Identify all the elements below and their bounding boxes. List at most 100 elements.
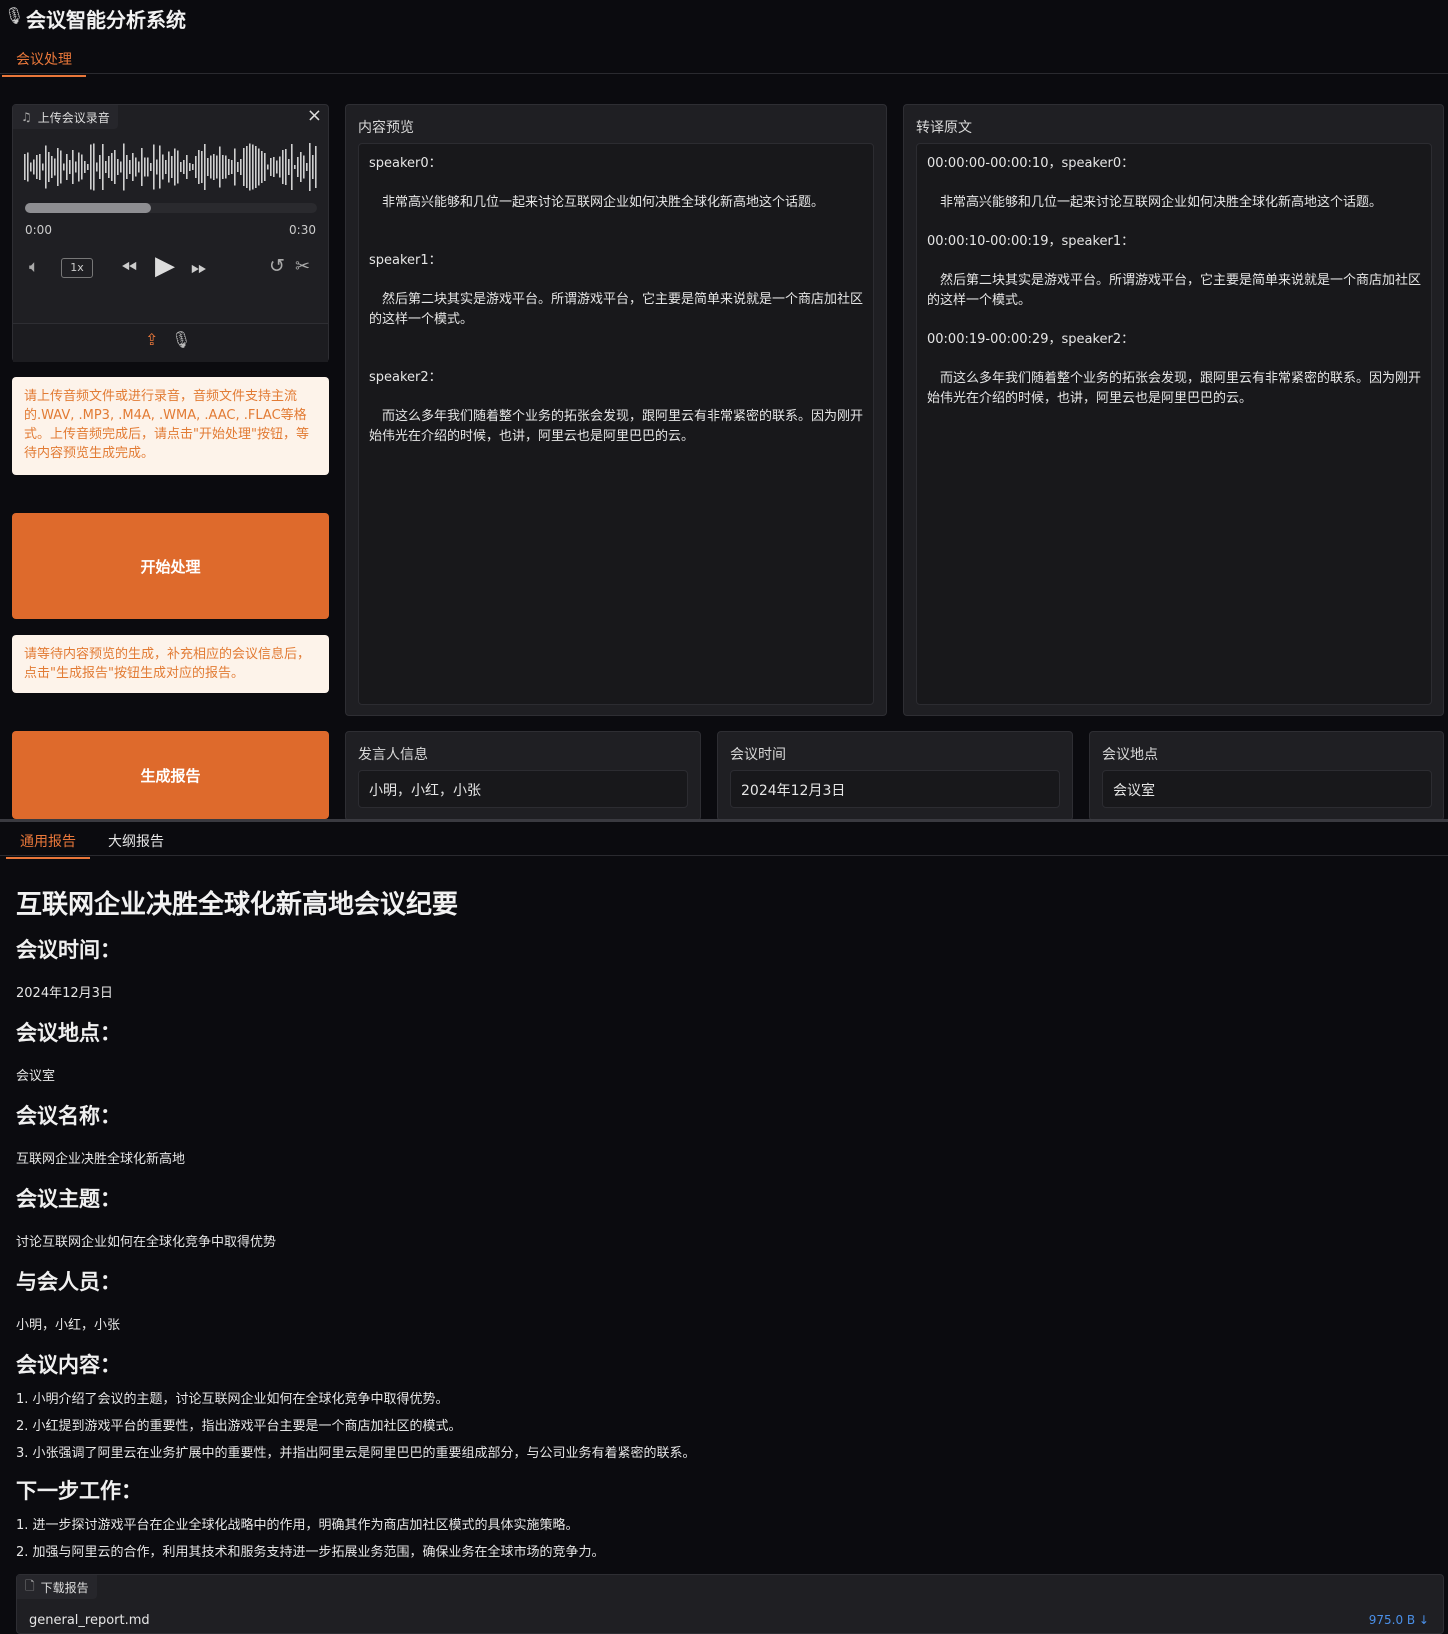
audio-label-text: 上传会议录音 [37,110,110,125]
waveform-bar [285,149,287,185]
waveform-bar [294,165,296,169]
preview-label: 内容预览 [358,120,414,136]
waveform-bar [105,161,107,173]
preview-textbox[interactable]: speaker0： 非常高兴能够和几位一起来讨论互联网企业如何决胜全球化新高地这… [358,143,874,705]
report-time-value: 2024年12月3日 [16,986,113,1001]
waveform-bar [75,161,77,173]
tab-meeting-processing[interactable]: 会议处理 [2,49,86,77]
scissors-icon[interactable]: ✂︎ [295,256,310,277]
download-label: 🗋 下载报告 [17,1575,97,1599]
transcript-text-0: 非常高兴能够和几位一起来讨论互联网企业如何决胜全球化新高地这个话题。 [927,195,1383,210]
upload-icon[interactable]: ⇪ [145,330,158,349]
report-content-item: 1. 小明介绍了会议的主题，讨论互联网企业如何在全球化竞争中取得优势。 [16,1392,449,1407]
report-attendees-heading: 与会人员： [16,1270,121,1294]
waveform-bar [249,143,251,191]
fast-forward-icon[interactable]: ⏩︎ [191,255,207,279]
waveform-bar [192,164,194,170]
waveform-bar [69,160,71,174]
waveform-bar [186,155,188,179]
waveform-bar [309,143,311,191]
preview-text-0: 非常高兴能够和几位一起来讨论互联网企业如何决胜全球化新高地这个话题。 [369,195,825,210]
waveform-bar [30,162,32,172]
waveform-bar [171,156,173,178]
waveform-bar [111,153,113,181]
report-name-value: 互联网企业决胜全球化新高地 [16,1152,186,1167]
speakers-input[interactable]: 小明，小红，小张 [358,770,688,808]
tab-outline-report[interactable]: 大纲报告 [108,831,164,851]
tab-general-report[interactable]: 通用报告 [6,831,90,859]
audio-source-bar: ⇪ 🎙︎ [13,323,328,362]
waveform-bar [51,156,53,178]
report-next-item: 2. 加强与阿里云的合作，利用其技术和服务支持进一步拓展业务范围，确保业务在全球… [16,1545,605,1560]
waveform-bar [84,161,86,173]
waveform-bar [144,157,146,177]
meeting-time-input[interactable]: 2024年12月3日 [730,770,1060,808]
waveform-bar [240,159,242,175]
audio-upload-panel: ♫ 上传会议录音 × 0:00 0:30 🔈︎ 1x ⏪︎ ▶︎ ⏩︎ ↺ ✂︎… [12,104,329,362]
music-note-icon: ♫ [21,110,32,124]
waveform-bar [153,144,155,190]
waveform-bar [288,159,290,175]
waveform-bar [45,145,47,189]
waveform-bar [195,156,197,178]
content-preview-panel: 内容预览 speaker0： 非常高兴能够和几位一起来讨论互联网企业如何决胜全球… [345,104,887,716]
audio-label: ♫ 上传会议录音 [13,105,118,129]
close-icon[interactable]: × [307,105,322,126]
waveform-bar [246,146,248,188]
transcript-textbox[interactable]: 00:00:00-00:00:10，speaker0： 非常高兴能够和几位一起来… [916,143,1432,705]
waveform-bar [141,148,143,186]
waveform-bar [225,155,227,179]
time-start: 0:00 [25,223,52,237]
report-topic-value: 讨论互联网企业如何在全球化竞争中取得优势 [16,1235,277,1250]
preview-text-2: 而这么多年我们随着整个业务的拓张会发现，跟阿里云有非常紧密的联系。因为刚开始伟光… [369,409,864,444]
reset-icon[interactable]: ↺ [269,255,285,277]
waveform-bar [108,156,110,178]
waveform-bar [162,154,164,180]
waveform-bar [300,152,302,182]
waveform-bar [255,146,257,188]
waveform-bar [27,152,29,182]
report-location-value: 会议室 [16,1069,56,1084]
transcript-header-2: 00:00:19-00:00:29，speaker2： [927,332,1135,347]
volume-icon[interactable]: 🔈︎ [29,257,39,277]
waveform-bar [291,144,293,190]
waveform-bar [234,148,236,186]
waveform-bar [261,151,263,183]
waveform-bar [258,148,260,186]
waveform-bar [72,150,74,184]
transcript-text-2: 而这么多年我们随着整个业务的拓张会发现，跟阿里云有非常紧密的联系。因为刚开始伟光… [927,371,1422,406]
rewind-icon[interactable]: ⏪︎ [121,255,137,279]
waveform-bar [204,144,206,190]
waveform-bar [48,152,50,182]
waveform-bar [267,164,269,170]
transcript-panel: 转译原文 00:00:00-00:00:10，speaker0： 非常高兴能够和… [903,104,1444,716]
progress-fill [25,203,151,213]
microphone-record-icon[interactable]: 🎙︎ [171,330,191,349]
play-icon[interactable]: ▶︎ [155,251,175,281]
preview-speaker-1: speaker1： [369,253,442,268]
speed-button[interactable]: 1x [61,258,93,278]
waveform-bar [93,143,95,191]
waveform-bar [165,160,167,174]
waveform-bar [312,155,314,179]
waveform-bar [150,163,152,171]
generate-report-button[interactable]: 生成报告 [12,731,329,819]
waveform-bar [120,161,122,173]
meeting-location-input[interactable]: 会议室 [1102,770,1432,808]
waveform-bar [252,144,254,190]
waveform-bar [81,154,83,180]
microphone-icon: 🎙 [4,6,25,25]
progress-track[interactable] [25,203,317,213]
start-processing-button[interactable]: 开始处理 [12,513,329,619]
meeting-time-field: 会议时间 2024年12月3日 [717,731,1073,821]
waveform-bar [210,155,212,179]
download-label-text: 下载报告 [40,1580,89,1595]
waveform-bar [201,151,203,183]
waveform-bar [156,159,158,175]
report-topic-heading: 会议主题： [16,1187,121,1211]
waveform-bar [303,155,305,179]
waveform-bar [231,160,233,174]
transcript-header-0: 00:00:00-00:00:10，speaker0： [927,156,1135,171]
download-size-link[interactable]: 975.0 B ↓ [1369,1613,1429,1627]
waveform[interactable] [24,141,320,193]
